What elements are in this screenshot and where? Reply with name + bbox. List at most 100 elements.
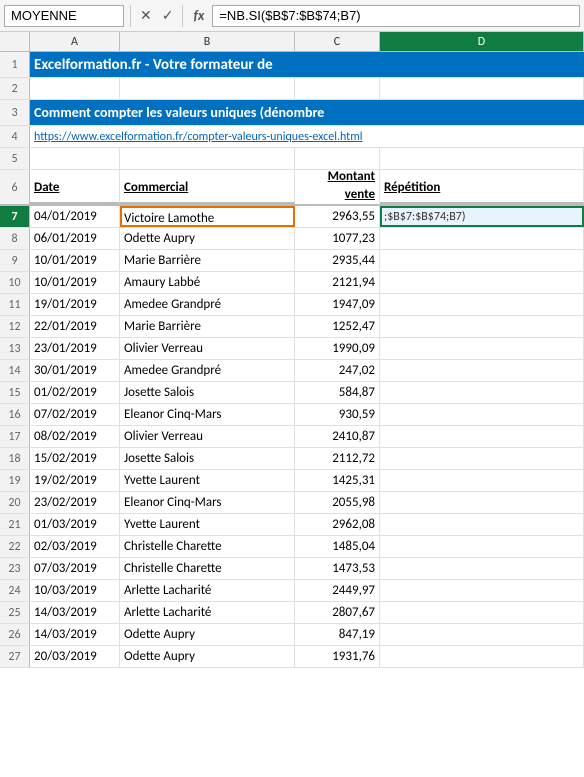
- cell-5-c[interactable]: [295, 148, 380, 169]
- cell-11-c[interactable]: 1947,09: [295, 294, 380, 315]
- cell-8-b[interactable]: Odette Aupry: [120, 228, 295, 249]
- name-box[interactable]: MOYENNE: [4, 5, 124, 27]
- cell-18-a[interactable]: 15/02/2019: [30, 448, 120, 469]
- cell-20-a[interactable]: 23/02/2019: [30, 492, 120, 513]
- cell-11-b[interactable]: Amedee Grandpré: [120, 294, 295, 315]
- cell-11-d[interactable]: [380, 294, 584, 315]
- cell-10-c[interactable]: 2121,94: [295, 272, 380, 293]
- cell-12-d[interactable]: [380, 316, 584, 337]
- cell-22-c[interactable]: 1485,04: [295, 536, 380, 557]
- cell-12-c[interactable]: 1252,47: [295, 316, 380, 337]
- cell-23-a[interactable]: 07/03/2019: [30, 558, 120, 579]
- cell-17-c[interactable]: 2410,87: [295, 426, 380, 447]
- cell-22-d[interactable]: [380, 536, 584, 557]
- cell-10-a[interactable]: 10/01/2019: [30, 272, 120, 293]
- cell-24-b[interactable]: Arlette Lacharité: [120, 580, 295, 601]
- cell-5-b[interactable]: [120, 148, 295, 169]
- col-header-b[interactable]: B: [120, 32, 295, 51]
- cell-4-link[interactable]: https://www.excelformation.fr/compter-va…: [30, 126, 584, 147]
- cell-17-d[interactable]: [380, 426, 584, 447]
- col-header-d[interactable]: D: [380, 32, 584, 51]
- cell-5-d[interactable]: [380, 148, 584, 169]
- cell-19-d[interactable]: [380, 470, 584, 491]
- cell-2-c[interactable]: [295, 78, 380, 99]
- cell-26-a[interactable]: 14/03/2019: [30, 624, 120, 645]
- cell-14-b[interactable]: Amedee Grandpré: [120, 360, 295, 381]
- cell-25-b[interactable]: Arlette Lacharité: [120, 602, 295, 623]
- cell-23-d[interactable]: [380, 558, 584, 579]
- cell-8-c[interactable]: 1077,23: [295, 228, 380, 249]
- cell-2-a[interactable]: [30, 78, 120, 99]
- cell-1-a[interactable]: Excelformation.fr - Votre formateur de: [30, 52, 384, 77]
- cell-9-a[interactable]: 10/01/2019: [30, 250, 120, 271]
- cell-6-date[interactable]: Date: [30, 170, 120, 204]
- cell-27-c[interactable]: 1931,76: [295, 646, 380, 667]
- cell-8-a[interactable]: 06/01/2019: [30, 228, 120, 249]
- cell-19-a[interactable]: 19/02/2019: [30, 470, 120, 491]
- cell-26-c[interactable]: 847,19: [295, 624, 380, 645]
- cell-20-b[interactable]: Eleanor Cinq-Mars: [120, 492, 295, 513]
- cell-15-d[interactable]: [380, 382, 584, 403]
- cell-22-b[interactable]: Christelle Charette: [120, 536, 295, 557]
- cell-26-d[interactable]: [380, 624, 584, 645]
- cell-22-a[interactable]: 02/03/2019: [30, 536, 120, 557]
- cell-17-a[interactable]: 08/02/2019: [30, 426, 120, 447]
- cell-21-b[interactable]: Yvette Laurent: [120, 514, 295, 535]
- cell-20-d[interactable]: [380, 492, 584, 513]
- cell-26-b[interactable]: Odette Aupry: [120, 624, 295, 645]
- cell-14-a[interactable]: 30/01/2019: [30, 360, 120, 381]
- cell-27-a[interactable]: 20/03/2019: [30, 646, 120, 667]
- cell-14-c[interactable]: 247,02: [295, 360, 380, 381]
- col-header-a[interactable]: A: [30, 32, 120, 51]
- cell-14-d[interactable]: [380, 360, 584, 381]
- cell-5-a[interactable]: [30, 148, 120, 169]
- cell-10-d[interactable]: [380, 272, 584, 293]
- cell-9-d[interactable]: [380, 250, 584, 271]
- cell-25-c[interactable]: 2807,67: [295, 602, 380, 623]
- cell-25-a[interactable]: 14/03/2019: [30, 602, 120, 623]
- col-header-c[interactable]: C: [295, 32, 380, 51]
- cell-7-a[interactable]: 04/01/2019: [30, 206, 120, 227]
- cell-20-c[interactable]: 2055,98: [295, 492, 380, 513]
- cell-2-b[interactable]: [120, 78, 295, 99]
- cell-2-d[interactable]: [380, 78, 584, 99]
- cell-24-c[interactable]: 2449,97: [295, 580, 380, 601]
- cell-15-b[interactable]: Josette Salois: [120, 382, 295, 403]
- cell-18-d[interactable]: [380, 448, 584, 469]
- cell-24-d[interactable]: [380, 580, 584, 601]
- formula-input[interactable]: [212, 5, 580, 27]
- cell-13-b[interactable]: Olivier Verreau: [120, 338, 295, 359]
- cell-19-b[interactable]: Yvette Laurent: [120, 470, 295, 491]
- cell-15-c[interactable]: 584,87: [295, 382, 380, 403]
- cell-16-b[interactable]: Eleanor Cinq-Mars: [120, 404, 295, 425]
- confirm-button[interactable]: ✓: [159, 7, 177, 24]
- cell-19-c[interactable]: 1425,31: [295, 470, 380, 491]
- cell-21-c[interactable]: 2962,08: [295, 514, 380, 535]
- cancel-button[interactable]: ✕: [137, 7, 155, 24]
- cell-15-a[interactable]: 01/02/2019: [30, 382, 120, 403]
- cell-13-a[interactable]: 23/01/2019: [30, 338, 120, 359]
- cell-21-d[interactable]: [380, 514, 584, 535]
- cell-9-c[interactable]: 2935,44: [295, 250, 380, 271]
- cell-27-d[interactable]: [380, 646, 584, 667]
- cell-18-c[interactable]: 2112,72: [295, 448, 380, 469]
- cell-24-a[interactable]: 10/03/2019: [30, 580, 120, 601]
- cell-16-c[interactable]: 930,59: [295, 404, 380, 425]
- cell-7-c[interactable]: 2963,55: [295, 206, 380, 227]
- cell-18-b[interactable]: Josette Salois: [120, 448, 295, 469]
- cell-12-b[interactable]: Marie Barrière: [120, 316, 295, 337]
- cell-16-d[interactable]: [380, 404, 584, 425]
- cell-21-a[interactable]: 01/03/2019: [30, 514, 120, 535]
- cell-23-b[interactable]: Christelle Charette: [120, 558, 295, 579]
- cell-13-d[interactable]: [380, 338, 584, 359]
- cell-17-b[interactable]: Olivier Verreau: [120, 426, 295, 447]
- cell-1-d[interactable]: [384, 52, 584, 77]
- cell-27-b[interactable]: Odette Aupry: [120, 646, 295, 667]
- cell-8-d[interactable]: [380, 228, 584, 249]
- cell-13-c[interactable]: 1990,09: [295, 338, 380, 359]
- cell-7-d[interactable]: ;$B$7:$B$74;B7): [380, 206, 584, 227]
- cell-10-b[interactable]: Amaury Labbé: [120, 272, 295, 293]
- cell-23-c[interactable]: 1473,53: [295, 558, 380, 579]
- cell-25-d[interactable]: [380, 602, 584, 623]
- cell-11-a[interactable]: 19/01/2019: [30, 294, 120, 315]
